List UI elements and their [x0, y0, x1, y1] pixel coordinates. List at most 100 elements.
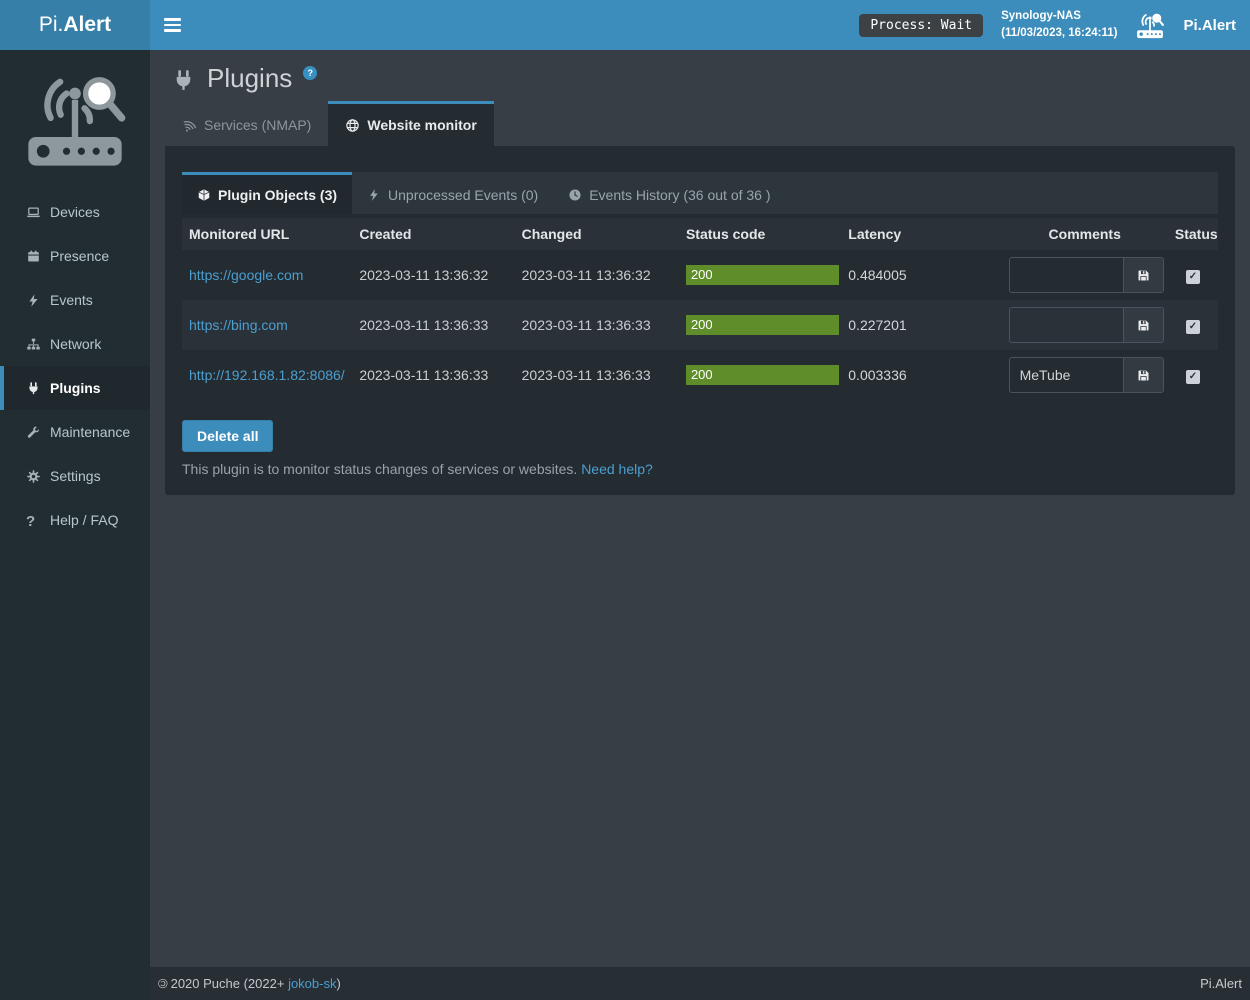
comment-input-group — [1009, 257, 1164, 293]
calendar-icon — [26, 249, 41, 264]
sidebar-menu: Devices Presence Events Network Plugins — [0, 190, 150, 542]
comment-input[interactable] — [1010, 258, 1123, 292]
col-status: Status — [1168, 218, 1218, 250]
sidebar-item-events[interactable]: Events — [0, 278, 150, 322]
copyright-suffix: ) — [336, 976, 340, 991]
sidebar-item-label: Settings — [50, 468, 101, 484]
col-latency: Latency — [841, 218, 1001, 250]
laptop-icon — [26, 205, 41, 220]
sidebar-item-label: Presence — [50, 248, 109, 264]
col-monitored-url: Monitored URL — [182, 218, 352, 250]
comment-input-group — [1009, 307, 1164, 343]
sidebar-item-help-faq[interactable]: ? Help / FAQ — [0, 498, 150, 542]
process-status-badge: Process: Wait — [859, 14, 983, 37]
status-code-cell: 200 — [679, 300, 841, 350]
status-code-cell: 200 — [679, 250, 841, 300]
comment-input[interactable] — [1010, 358, 1123, 392]
table-row: https://google.com 2023-03-11 13:36:32 2… — [182, 250, 1218, 300]
changed-cell: 2023-03-11 13:36:33 — [515, 300, 679, 350]
status-checkbox[interactable]: ✓ — [1186, 370, 1200, 384]
created-cell: 2023-03-11 13:36:33 — [352, 350, 514, 400]
monitored-url-link[interactable]: https://google.com — [189, 267, 303, 283]
tab-label: Website monitor — [367, 117, 476, 133]
col-changed: Changed — [515, 218, 679, 250]
status-cell: ✓ — [1168, 250, 1218, 300]
col-comments: Comments — [1002, 218, 1168, 250]
latency-cell: 0.227201 — [841, 300, 1001, 350]
bolt-icon — [26, 293, 41, 308]
created-cell: 2023-03-11 13:36:33 — [352, 300, 514, 350]
device-name: Synology-NAS — [1001, 8, 1117, 25]
sitemap-icon — [26, 337, 41, 352]
sidebar-item-presence[interactable]: Presence — [0, 234, 150, 278]
sidebar: Devices Presence Events Network Plugins — [0, 50, 150, 1000]
signal-icon — [182, 118, 197, 133]
url-cell: https://bing.com — [182, 300, 352, 350]
url-cell: https://google.com — [182, 250, 352, 300]
latency-cell: 0.003336 — [841, 350, 1001, 400]
check-icon: ✓ — [1189, 271, 1197, 282]
page-title: Plugins — [207, 64, 292, 93]
save-button[interactable] — [1123, 358, 1163, 392]
need-help-link[interactable]: Need help? — [581, 461, 653, 477]
header-right-group: Process: Wait Synology-NAS (11/03/2023, … — [859, 8, 1250, 41]
tab-events-history[interactable]: Events History (36 out of 36 ) — [553, 172, 785, 214]
comment-input-group — [1009, 357, 1164, 393]
plug-icon — [171, 68, 196, 93]
plugin-tabs: Services (NMAP) Website monitor — [165, 101, 1250, 146]
save-button[interactable] — [1123, 308, 1163, 342]
sidebar-item-network[interactable]: Network — [0, 322, 150, 366]
brand-logo[interactable]: Pi.Alert — [0, 0, 150, 50]
tab-unprocessed-events[interactable]: Unprocessed Events (0) — [352, 172, 553, 214]
sidebar-item-devices[interactable]: Devices — [0, 190, 150, 234]
hamburger-menu-icon[interactable] — [150, 0, 194, 50]
delete-all-button[interactable]: Delete all — [182, 420, 273, 452]
sidebar-item-label: Help / FAQ — [50, 512, 118, 528]
router-scan-logo-icon — [22, 71, 128, 169]
comment-cell — [1002, 250, 1168, 300]
jokob-sk-link[interactable]: jokob-sk — [288, 976, 336, 991]
plugin-help-line: This plugin is to monitor status changes… — [182, 461, 1218, 477]
floppy-icon — [1136, 268, 1151, 283]
sidebar-item-label: Maintenance — [50, 424, 130, 440]
page-title-row: Plugins ? — [150, 50, 1250, 101]
plug-icon — [26, 381, 41, 396]
monitored-url-link[interactable]: http://192.168.1.82:8086/ — [189, 367, 345, 383]
footer-copyright: ©2020 Puche (2022+ jokob-sk) — [158, 976, 341, 991]
comment-cell — [1002, 350, 1168, 400]
sidebar-item-plugins[interactable]: Plugins — [0, 366, 150, 410]
bolt-icon — [367, 188, 381, 202]
status-checkbox[interactable]: ✓ — [1186, 320, 1200, 334]
plugin-objects-table: Monitored URL Created Changed Status cod… — [182, 218, 1218, 400]
plugin-inner-tabs: Plugin Objects (3) Unprocessed Events (0… — [182, 172, 1218, 214]
status-cell: ✓ — [1168, 350, 1218, 400]
cube-icon — [197, 188, 211, 202]
router-scan-icon — [1135, 12, 1165, 39]
tab-label: Services (NMAP) — [204, 117, 311, 133]
sidebar-item-label: Network — [50, 336, 101, 352]
device-info: Synology-NAS (11/03/2023, 16:24:11) — [1001, 8, 1117, 41]
changed-cell: 2023-03-11 13:36:32 — [515, 250, 679, 300]
tab-plugin-objects[interactable]: Plugin Objects (3) — [182, 172, 352, 214]
sidebar-item-maintenance[interactable]: Maintenance — [0, 410, 150, 454]
monitored-url-link[interactable]: https://bing.com — [189, 317, 288, 333]
comment-input[interactable] — [1010, 308, 1123, 342]
save-button[interactable] — [1123, 258, 1163, 292]
latency-cell: 0.484005 — [841, 250, 1001, 300]
wrench-icon — [26, 425, 41, 440]
tab-services-nmap[interactable]: Services (NMAP) — [165, 101, 328, 146]
help-badge-icon[interactable]: ? — [303, 66, 317, 80]
pialert-app: Pi.Alert Process: Wait Synology-NAS (11/… — [0, 0, 1250, 1000]
sidebar-logo — [0, 50, 150, 190]
status-cell: ✓ — [1168, 300, 1218, 350]
status-checkbox[interactable]: ✓ — [1186, 270, 1200, 284]
floppy-icon — [1136, 368, 1151, 383]
inner-tab-label: Unprocessed Events (0) — [388, 187, 538, 203]
check-icon: ✓ — [1189, 371, 1197, 382]
table-row: http://192.168.1.82:8086/ 2023-03-11 13:… — [182, 350, 1218, 400]
floppy-icon — [1136, 318, 1151, 333]
tab-website-monitor[interactable]: Website monitor — [328, 101, 493, 146]
device-time: (11/03/2023, 16:24:11) — [1001, 25, 1117, 42]
sidebar-item-settings[interactable]: Settings — [0, 454, 150, 498]
header-app-name: Pi.Alert — [1183, 17, 1236, 34]
